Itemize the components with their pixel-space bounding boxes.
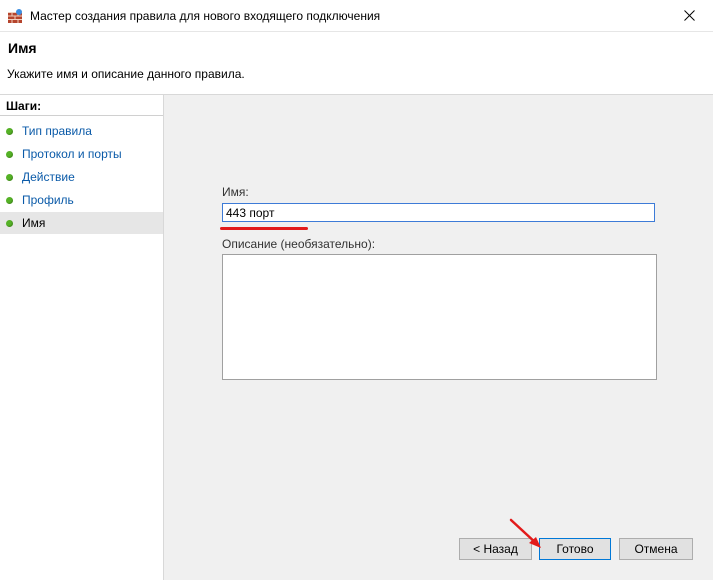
- description-field[interactable]: [222, 254, 657, 380]
- step-label: Тип правила: [22, 124, 92, 138]
- step-label: Профиль: [22, 193, 74, 207]
- step-bullet-icon: [6, 174, 13, 181]
- title-bar: Мастер создания правила для нового входя…: [0, 0, 713, 32]
- step-label: Имя: [22, 216, 46, 230]
- name-field[interactable]: [222, 203, 655, 222]
- arrow-icon: [509, 518, 541, 548]
- step-name[interactable]: Имя: [0, 212, 163, 234]
- page-description: Укажите имя и описание данного правила.: [7, 67, 245, 81]
- close-button[interactable]: [667, 0, 713, 31]
- window-title: Мастер создания правила для нового входя…: [30, 9, 381, 23]
- main-content: Имя: Описание (необязательно): < Назад Г…: [166, 95, 713, 580]
- step-label: Действие: [22, 170, 75, 184]
- firewall-icon: [8, 9, 22, 23]
- description-label: Описание (необязательно):: [222, 237, 376, 251]
- name-label: Имя:: [222, 185, 249, 199]
- steps-header: Шаги:: [0, 95, 163, 116]
- step-bullet-icon: [6, 197, 13, 204]
- close-icon: [684, 10, 695, 21]
- step-label: Протокол и порты: [22, 147, 122, 161]
- step-bullet-icon: [6, 151, 13, 158]
- steps-panel: Шаги: Тип правила Протокол и порты Дейст…: [0, 95, 164, 580]
- step-bullet-icon: [6, 220, 13, 227]
- wizard-header: Имя Укажите имя и описание данного прави…: [0, 32, 713, 95]
- step-profile[interactable]: Профиль: [0, 189, 163, 211]
- page-title: Имя: [8, 40, 37, 56]
- highlight-underline: [220, 227, 308, 230]
- step-protocol-ports[interactable]: Протокол и порты: [0, 143, 163, 165]
- step-action[interactable]: Действие: [0, 166, 163, 188]
- step-bullet-icon: [6, 128, 13, 135]
- finish-button[interactable]: Готово: [539, 538, 611, 560]
- steps-title: Шаги:: [6, 99, 42, 113]
- cancel-button[interactable]: Отмена: [619, 538, 693, 560]
- step-rule-type[interactable]: Тип правила: [0, 120, 163, 142]
